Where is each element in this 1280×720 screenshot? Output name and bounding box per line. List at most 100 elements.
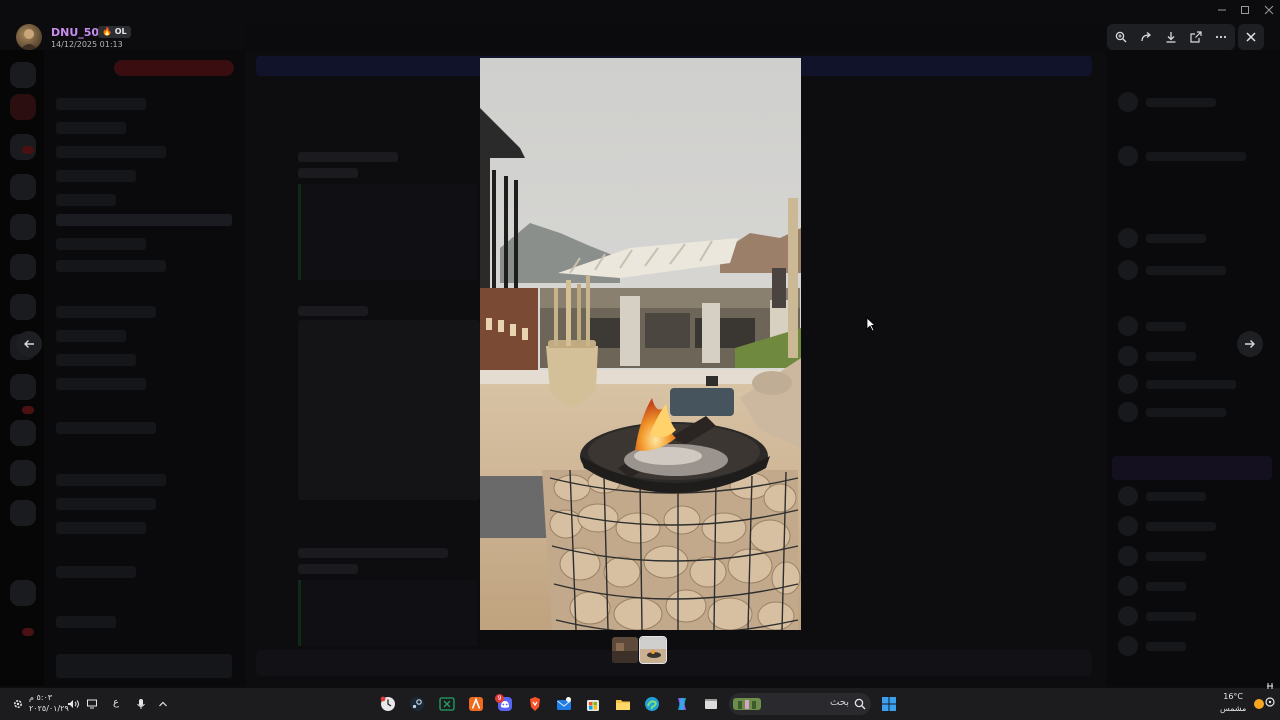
member-avatar	[1118, 636, 1138, 656]
server-icon	[10, 94, 36, 120]
input-language[interactable]: ع	[113, 697, 119, 708]
close-window-icon[interactable]	[1262, 4, 1276, 16]
maximize-icon[interactable]	[1238, 4, 1252, 16]
taskbar-clock[interactable]: ٥:٠٣ م ٢٠٢٥/٠١/٢٩	[29, 692, 69, 714]
files-icon[interactable]	[615, 696, 631, 712]
more-icon[interactable]	[1213, 29, 1229, 45]
mouse-cursor-icon	[866, 317, 876, 332]
server-icon	[10, 174, 36, 200]
arrow-right-icon	[1245, 340, 1255, 348]
user-panel	[56, 654, 232, 678]
volume-icon[interactable]	[66, 696, 82, 712]
server-icon	[10, 294, 36, 320]
member-avatar	[1118, 516, 1138, 536]
member-name	[1146, 522, 1216, 531]
mail-icon[interactable]	[556, 696, 572, 712]
search-icon	[854, 698, 866, 710]
channel-row	[56, 146, 166, 158]
excel-icon[interactable]	[439, 696, 455, 712]
server-icon	[10, 254, 36, 280]
settings-gear-icon[interactable]	[10, 696, 26, 712]
minimize-icon[interactable]	[1215, 4, 1229, 16]
member-name	[1146, 380, 1236, 389]
author-tag: 🔥 OL	[98, 26, 131, 38]
channel-row	[56, 306, 156, 318]
member-avatar	[1118, 576, 1138, 596]
store-icon[interactable]	[585, 696, 601, 712]
message-line	[298, 564, 358, 574]
author-tag-text: OL	[114, 27, 127, 36]
message-line	[298, 168, 358, 178]
download-icon[interactable]	[1163, 29, 1179, 45]
next-attachment-button[interactable]	[1237, 331, 1263, 357]
channel-row	[56, 422, 156, 434]
member-avatar	[1118, 346, 1138, 366]
attachment-thumbnail-selected[interactable]	[639, 636, 667, 664]
copilot-icon[interactable]	[674, 696, 690, 712]
discord-notification-badge: 9	[495, 694, 504, 703]
close-icon	[1246, 32, 1256, 42]
app-a-icon[interactable]	[468, 696, 484, 712]
weather-widget[interactable]: 16°C مشمس	[1220, 691, 1246, 715]
previous-attachment-button[interactable]	[16, 331, 42, 357]
window-icon[interactable]	[703, 696, 719, 712]
channel-row	[56, 260, 166, 272]
attachment-thumbnails	[612, 636, 667, 664]
server-icon	[10, 374, 36, 400]
member-name	[1146, 612, 1196, 621]
windows-start-icon[interactable]	[881, 696, 897, 712]
channel-row	[56, 378, 146, 390]
forward-icon[interactable]	[1138, 29, 1154, 45]
channel-row	[56, 238, 146, 250]
member-highlight	[1112, 456, 1272, 480]
chevron-up-icon[interactable]	[155, 696, 171, 712]
message-line	[298, 152, 398, 162]
message-line	[298, 306, 368, 316]
member-name	[1146, 582, 1186, 591]
member-name	[1146, 642, 1186, 651]
channel-row	[56, 194, 116, 206]
zoom-in-icon[interactable]	[1113, 29, 1129, 45]
microphone-icon[interactable]	[133, 696, 149, 712]
taskbar-search[interactable]: بحث	[729, 693, 871, 715]
member-name	[1146, 152, 1246, 161]
weather-description: مشمس	[1220, 704, 1247, 713]
clock-time: ٥:٠٣ م	[29, 693, 53, 702]
channel-row	[56, 566, 136, 578]
notification-icon[interactable]	[1262, 683, 1278, 707]
open-external-icon[interactable]	[1188, 29, 1204, 45]
attachment-thumbnail[interactable]	[612, 637, 638, 663]
author-avatar[interactable]	[16, 24, 42, 50]
edge-icon[interactable]	[644, 696, 660, 712]
server-icon	[10, 420, 36, 446]
member-avatar	[1118, 260, 1138, 280]
viewer-toolbar	[1107, 24, 1235, 50]
member-avatar	[1118, 374, 1138, 394]
server-icon	[10, 500, 36, 526]
arrow-left-icon	[24, 340, 34, 348]
member-avatar	[1118, 546, 1138, 566]
brave-icon[interactable]	[527, 696, 543, 712]
member-name	[1146, 408, 1226, 417]
server-badge	[22, 628, 34, 636]
channel-row	[56, 354, 136, 366]
network-icon[interactable]	[84, 696, 100, 712]
channel-row	[56, 498, 156, 510]
member-avatar	[1118, 402, 1138, 422]
message-embed	[298, 580, 477, 646]
steam-icon[interactable]	[409, 696, 425, 712]
member-avatar	[1118, 228, 1138, 248]
message-embed	[298, 184, 477, 280]
search-placeholder: بحث	[829, 697, 849, 708]
server-icon	[10, 460, 36, 486]
clock-icon[interactable]	[380, 696, 396, 712]
message-image	[298, 320, 480, 500]
server-icon	[10, 580, 36, 606]
message-timestamp: 14/12/2025 01:13	[51, 40, 123, 49]
message-line	[298, 548, 448, 558]
close-viewer-button[interactable]	[1238, 24, 1264, 50]
attachment-image[interactable]	[480, 58, 801, 630]
member-list	[1106, 50, 1280, 686]
member-name	[1146, 492, 1206, 501]
search-highlight-icon	[733, 698, 761, 710]
